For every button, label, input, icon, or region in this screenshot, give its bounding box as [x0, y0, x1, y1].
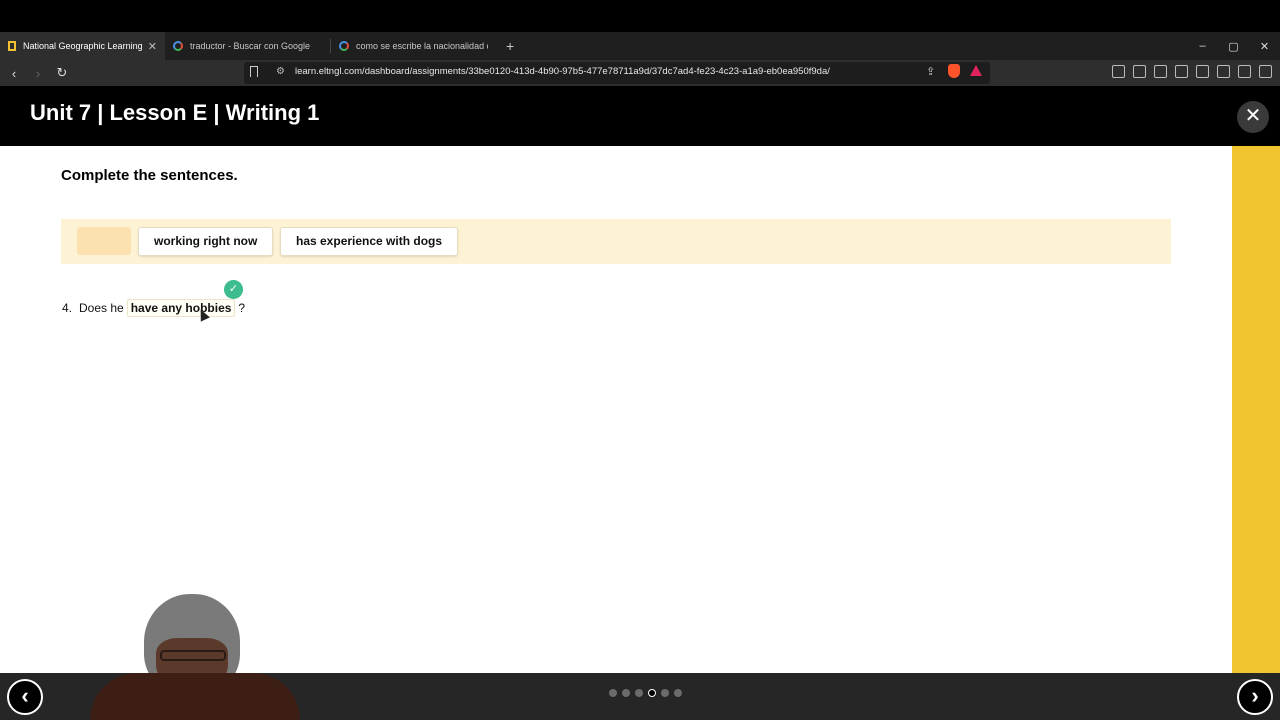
minimize-button[interactable]: – — [1187, 40, 1218, 52]
wallet-icon[interactable] — [1196, 65, 1209, 78]
vpn-icon[interactable] — [1238, 65, 1251, 78]
google-icon — [173, 41, 183, 51]
activity-content: Complete the sentences. working right no… — [0, 146, 1232, 694]
next-button[interactable]: › — [1237, 679, 1273, 715]
correct-check-icon: ✓ — [224, 280, 243, 299]
question-number: 4. — [62, 301, 73, 315]
side-accent-bar — [1232, 146, 1280, 673]
tab-title: como se escribe la nacionalidad de in — [356, 41, 488, 51]
answer-drop-zone[interactable]: have any hobbies — [126, 299, 236, 317]
page-dot-5[interactable] — [661, 689, 669, 697]
share-icon[interactable]: ⇪ — [926, 65, 935, 78]
webcam-person-glasses — [160, 650, 226, 661]
question-suffix: ? — [238, 301, 246, 315]
question-4: 4. Does he have any hobbies ? — [62, 299, 245, 317]
webcam-overlay — [130, 594, 260, 694]
activity-header: Unit 7 | Lesson E | Writing 1 ✕ — [0, 86, 1280, 146]
question-prefix: Does he — [79, 301, 124, 315]
window-controls: – ▢ ✕ — [1187, 32, 1280, 60]
screen-top-bar — [0, 0, 1280, 32]
tab-close-icon[interactable]: ✕ — [148, 40, 157, 53]
page-dot-4-current[interactable] — [648, 689, 656, 697]
word-chip-working-right-now[interactable]: working right now — [138, 227, 274, 256]
brave-shield-icon[interactable] — [948, 64, 960, 78]
natgeo-icon — [8, 41, 16, 51]
brave-rewards-icon[interactable] — [970, 65, 982, 76]
close-activity-button[interactable]: ✕ — [1237, 101, 1269, 133]
pagination-dots — [609, 689, 682, 697]
previous-button[interactable]: ‹ — [7, 679, 43, 715]
word-chip-has-experience-with-dogs[interactable]: has experience with dogs — [280, 227, 459, 256]
new-tab-button[interactable]: + — [506, 38, 514, 54]
menu-icon[interactable] — [1259, 65, 1272, 78]
browser-tab-national-geographic[interactable]: National Geographic Learning ✕ — [0, 32, 165, 60]
reader-mode-icon[interactable] — [1133, 65, 1146, 78]
page-dot-1[interactable] — [609, 689, 617, 697]
word-bank: working right now has experience with do… — [61, 219, 1171, 264]
forward-button[interactable]: › — [28, 66, 48, 81]
browser-navbar: ‹ › ↻ ⚙ learn.eltngl.com/dashboard/assig… — [0, 60, 1280, 86]
webcam-person-body — [90, 673, 300, 720]
restore-button[interactable]: ▢ — [1218, 40, 1249, 53]
site-settings-icon[interactable]: ⚙ — [276, 66, 285, 77]
leo-ai-icon[interactable] — [1217, 65, 1230, 78]
window-close-button[interactable]: ✕ — [1249, 40, 1280, 53]
google-icon — [339, 41, 349, 51]
page-dot-2[interactable] — [622, 689, 630, 697]
activity-title: Unit 7 | Lesson E | Writing 1 — [30, 100, 320, 125]
tab-title: National Geographic Learning — [23, 41, 142, 51]
page-dot-6[interactable] — [674, 689, 682, 697]
extension-toolbar — [1112, 65, 1272, 78]
browser-tab-traductor[interactable]: traductor - Buscar con Google — [165, 32, 330, 60]
activity-footer: ‹ › — [0, 673, 1280, 720]
tab-title: traductor - Buscar con Google — [190, 41, 311, 51]
word-chip-used-slot — [77, 227, 131, 255]
bookmark-icon[interactable] — [250, 66, 258, 77]
browser-tab-strip: National Geographic Learning ✕ traductor… — [0, 32, 1280, 60]
back-button[interactable]: ‹ — [4, 66, 24, 81]
media-icon[interactable] — [1154, 65, 1167, 78]
sidebar-icon[interactable] — [1175, 65, 1188, 78]
reload-button[interactable]: ↻ — [52, 65, 72, 81]
instruction-text: Complete the sentences. — [61, 167, 238, 184]
page-dot-3[interactable] — [635, 689, 643, 697]
browser-tab-nacionalidad[interactable]: como se escribe la nacionalidad de in — [331, 32, 496, 60]
extensions-icon[interactable] — [1112, 65, 1125, 78]
url-text[interactable]: learn.eltngl.com/dashboard/assignments/3… — [295, 66, 830, 77]
